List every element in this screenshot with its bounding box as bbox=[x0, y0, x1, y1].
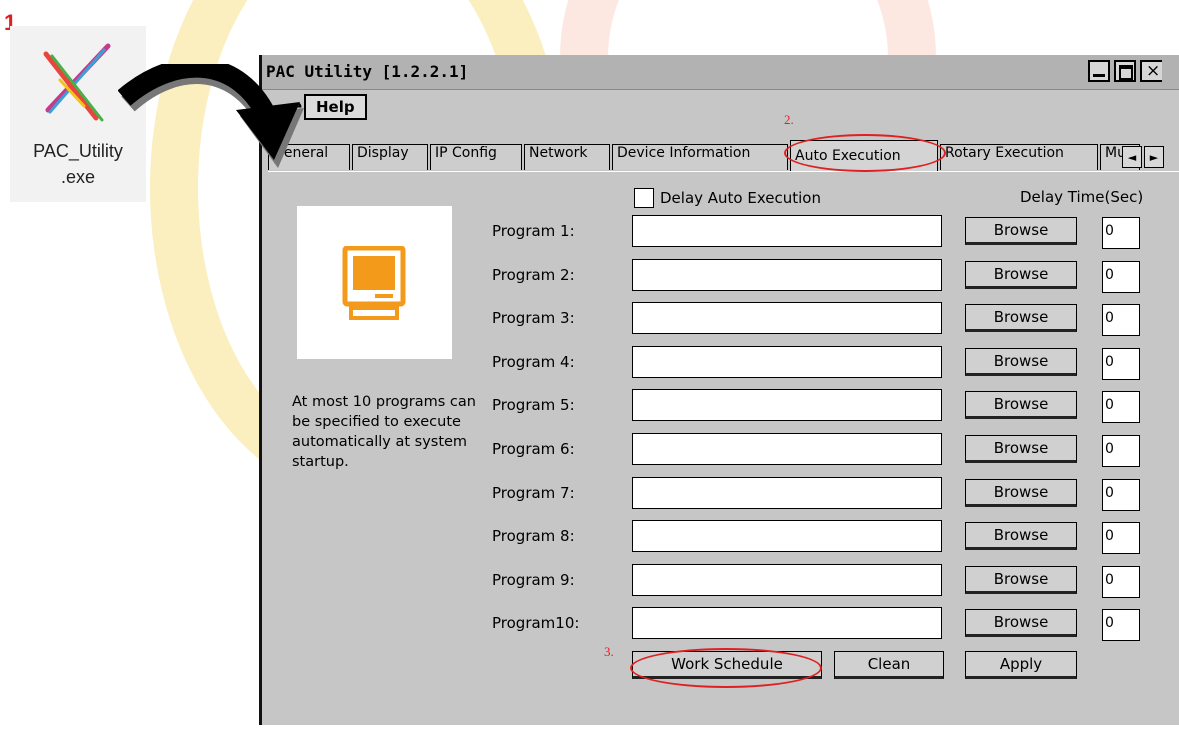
tab-scroll-right-button[interactable]: ► bbox=[1144, 146, 1164, 168]
delay-time-input[interactable]: 0 bbox=[1102, 522, 1140, 555]
delay-auto-execution-checkbox[interactable] bbox=[634, 188, 654, 208]
highlight-auto-execution bbox=[784, 134, 946, 172]
maximize-button[interactable] bbox=[1114, 60, 1136, 82]
program-label: Program 8: bbox=[492, 527, 575, 546]
program-path-input[interactable] bbox=[632, 215, 942, 247]
browse-button[interactable]: Browse bbox=[965, 347, 1077, 376]
program-path-input[interactable] bbox=[632, 345, 942, 378]
close-icon: × bbox=[1146, 61, 1161, 81]
browse-button[interactable]: Browse bbox=[965, 609, 1077, 638]
program-image bbox=[297, 206, 452, 359]
close-button[interactable]: × bbox=[1140, 60, 1162, 82]
tab-display[interactable]: Display bbox=[352, 144, 428, 170]
tab-ip-config[interactable]: IP Config bbox=[430, 144, 522, 170]
tab-bar: General Display IP Config Network Device… bbox=[262, 140, 1179, 172]
program-label: Program 9: bbox=[492, 570, 575, 589]
delay-time-input[interactable]: 0 bbox=[1102, 347, 1140, 380]
tab-scroll-left-button[interactable]: ◄ bbox=[1122, 146, 1142, 168]
browse-button[interactable]: Browse bbox=[965, 391, 1077, 420]
browse-button[interactable]: Browse bbox=[965, 217, 1077, 245]
program-label: Program 1: bbox=[492, 222, 575, 240]
computer-icon bbox=[342, 246, 406, 320]
clean-button[interactable]: Clean bbox=[834, 651, 944, 679]
program-path-input[interactable] bbox=[632, 607, 942, 640]
browse-button[interactable]: Browse bbox=[965, 522, 1077, 551]
delay-time-input[interactable]: 0 bbox=[1102, 478, 1140, 511]
help-text: At most 10 programs can be specified to … bbox=[292, 394, 476, 470]
program-path-input[interactable] bbox=[632, 563, 942, 596]
program-path-input[interactable] bbox=[632, 433, 942, 465]
tab-network[interactable]: Network bbox=[524, 144, 610, 170]
browse-button[interactable]: Browse bbox=[965, 304, 1077, 333]
delay-time-label: Delay Time(Sec) bbox=[1020, 188, 1144, 206]
delay-auto-execution-label: Delay Auto Execution bbox=[660, 189, 821, 207]
menu-bar: e Help bbox=[262, 90, 1179, 124]
program-label: Program 5: bbox=[492, 396, 575, 415]
tab-rotary-execution[interactable]: Rotary Execution bbox=[940, 144, 1098, 170]
tab-device-information[interactable]: Device Information bbox=[612, 144, 788, 170]
delay-time-input[interactable]: 0 bbox=[1102, 565, 1140, 598]
program-path-input[interactable] bbox=[632, 258, 942, 291]
program-path-input[interactable] bbox=[632, 302, 942, 335]
delay-time-input[interactable]: 0 bbox=[1102, 217, 1140, 249]
delay-time-input[interactable]: 0 bbox=[1102, 304, 1140, 337]
program-label: Program 6: bbox=[492, 440, 575, 458]
delay-time-input[interactable]: 0 bbox=[1102, 391, 1140, 424]
menu-help[interactable]: Help bbox=[304, 94, 367, 120]
program-label: Program 2: bbox=[492, 265, 575, 284]
minimize-button[interactable] bbox=[1088, 60, 1110, 82]
title-bar: PAC Utility [1.2.2.1] × bbox=[262, 55, 1179, 90]
pac-utility-icon bbox=[43, 43, 111, 122]
program-path-input[interactable] bbox=[632, 476, 942, 509]
delay-time-input[interactable]: 0 bbox=[1102, 260, 1140, 293]
program-path-input[interactable] bbox=[632, 520, 942, 553]
step-3-marker: 3. bbox=[604, 644, 614, 659]
program-label: Program 3: bbox=[492, 309, 575, 328]
curved-arrow-icon bbox=[118, 64, 304, 168]
pac-utility-window: PAC Utility [1.2.2.1] × e Help General D… bbox=[259, 55, 1179, 725]
browse-button[interactable]: Browse bbox=[965, 260, 1077, 289]
step-2-marker: 2. bbox=[784, 112, 794, 127]
program-label: Program 4: bbox=[492, 352, 575, 371]
apply-button[interactable]: Apply bbox=[965, 651, 1077, 679]
browse-button[interactable]: Browse bbox=[965, 435, 1077, 463]
program-path-input[interactable] bbox=[632, 389, 942, 422]
delay-time-input[interactable]: 0 bbox=[1102, 435, 1140, 467]
browse-button[interactable]: Browse bbox=[965, 478, 1077, 507]
program-label: Program 7: bbox=[492, 483, 575, 502]
browse-button[interactable]: Browse bbox=[965, 565, 1077, 594]
delay-time-input[interactable]: 0 bbox=[1102, 609, 1140, 642]
program-label: Program10: bbox=[492, 614, 580, 633]
highlight-work-schedule bbox=[630, 648, 822, 688]
